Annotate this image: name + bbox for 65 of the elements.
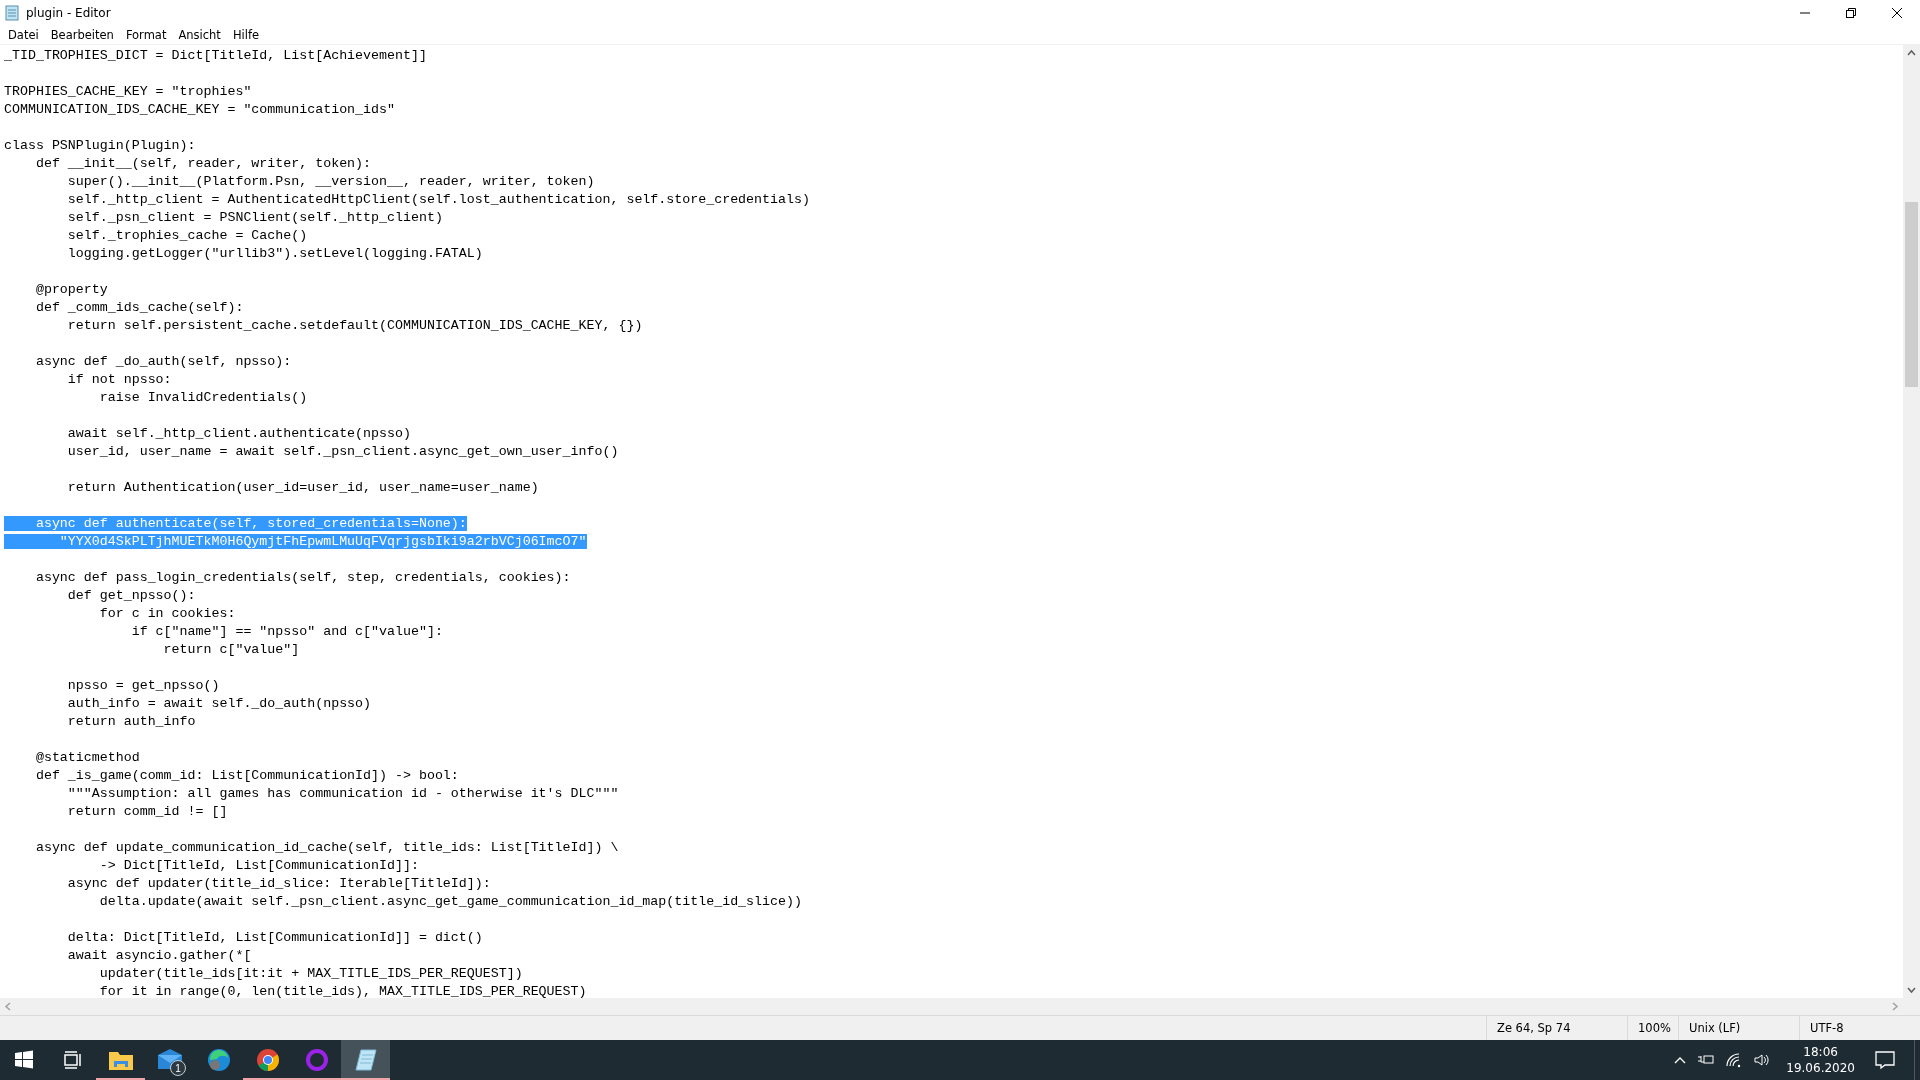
code-line: self._psn_client = PSNClient(self._http_client) [66, 210, 443, 225]
code-line: return self.persistent_cache.setdefault(COMMUNICATION_IDS_CACHE_KEY, {}) [66, 318, 643, 333]
code-line: for it in range(0, len(title_ids), MAX_TITLE_IDS_PER_REQUEST) [98, 984, 587, 998]
code-line: delta: Dict[TitleId, List[CommunicationId]] = dict() [66, 930, 483, 945]
code-line: async def _do_auth(self, npsso): [34, 354, 292, 369]
restore-icon [1846, 8, 1856, 18]
taskbar-app-button[interactable]: 1 [145, 1040, 194, 1080]
code-line: class PSNPlugin(Plugin): [4, 138, 196, 153]
action-center-icon[interactable] [1874, 1050, 1896, 1070]
clock-time[interactable]: 18:06 [1803, 1044, 1838, 1060]
code-line: super().__init__(Platform.Psn, __version__, reader, writer, token) [66, 174, 595, 189]
code-line: delta.update(await self._psn_client.async_get_game_communication_id_map(title_id_slice)) [98, 894, 802, 909]
code-line: def __init__(self, reader, writer, token): [34, 156, 372, 171]
code-line: await asyncio.gather(*[ [66, 948, 252, 963]
notepad-icon [4, 5, 20, 21]
taskbar-app-button[interactable] [341, 1040, 390, 1080]
menu-item[interactable]: Format [119, 28, 173, 42]
code-line: @property [34, 282, 108, 297]
scroll-thumb[interactable] [1905, 202, 1918, 387]
ring-icon [303, 1048, 330, 1072]
task-view-icon [62, 1050, 82, 1070]
code-line: def _comm_ids_cache(self): [34, 300, 244, 315]
code-line: async def updater(title_id_slice: Iterable[TitleId]): [66, 876, 491, 891]
running-indicator [96, 1078, 145, 1080]
code-line: -> Dict[TitleId, List[CommunicationId]]: [98, 858, 419, 873]
code-line: COMMUNICATION_IDS_CACHE_KEY = "communication_ids" [4, 102, 395, 117]
code-line: npsso = get_npsso() [66, 678, 220, 693]
code-line: updater(title_ids[it:it + MAX_TITLE_IDS_PER_REQUEST]) [98, 966, 523, 981]
chrome-browser-icon [254, 1048, 281, 1072]
battery-plug-icon[interactable] [1697, 1053, 1716, 1067]
menu-item[interactable]: Ansicht [172, 28, 227, 42]
menu-item[interactable]: Hilfe [226, 28, 266, 42]
code-line: logging.getLogger("urllib3").setLevel(logging.FATAL) [66, 246, 483, 261]
code-line: self._trophies_cache = Cache() [66, 228, 308, 243]
code-line: for c in cookies: [98, 606, 236, 621]
code-line: def get_npsso(): [66, 588, 196, 603]
code-line: self._http_client = AuthenticatedHttpClient(self.lost_authentication, self.store_credentials) [66, 192, 810, 207]
vertical-scrollbar[interactable] [1903, 45, 1920, 998]
code-line: def _is_game(comm_id: List[CommunicationId]) -> bool: [34, 768, 459, 783]
code-line: return c["value"] [162, 642, 300, 657]
code-line: user_id, user_name = await self._psn_client.async_get_own_user_info() [66, 444, 619, 459]
code-line: return auth_info [66, 714, 196, 729]
code-line: if not npsso: [66, 372, 172, 387]
code-line: TROPHIES_CACHE_KEY = "trophies" [4, 84, 252, 99]
code-line: if c["name"] == "npsso" and c["value"]: [130, 624, 443, 639]
menu-item[interactable]: Bearbeiten [44, 28, 120, 42]
menu-item[interactable]: Datei [2, 28, 45, 42]
speaker-icon[interactable] [1753, 1052, 1772, 1068]
notification-badge: 1 [170, 1060, 186, 1076]
code-line: _TID_TROPHIES_DICT = Dict[TitleId, List[Achievement]] [4, 48, 427, 63]
code-line: auth_info = await self._do_auth(npsso) [66, 696, 372, 711]
code-line: async def update_communication_id_cache(self, title_ids: List[TitleId]) \ [34, 840, 619, 855]
close-icon [1892, 8, 1902, 18]
code-line: await self._http_client.authenticate(npsso) [66, 426, 411, 441]
code-line: return Authentication(user_id=user_id, user_name=user_name) [66, 480, 539, 495]
code-line: async def pass_login_credentials(self, step, credentials, cookies): [34, 570, 571, 585]
code-line: """Assumption: all games has communication id - otherwise it's DLC""" [66, 786, 619, 801]
window-title: plugin - Editor [26, 6, 111, 20]
notepad-icon [352, 1048, 379, 1072]
code-line: return comm_id != [] [66, 804, 228, 819]
code-line: @staticmethod [34, 750, 140, 765]
code-line: raise InvalidCredentials() [98, 390, 308, 405]
edge-browser-icon [205, 1048, 232, 1072]
clock-date[interactable]: 19.06.2020 [1786, 1060, 1855, 1076]
windows-logo-icon [14, 1050, 34, 1070]
